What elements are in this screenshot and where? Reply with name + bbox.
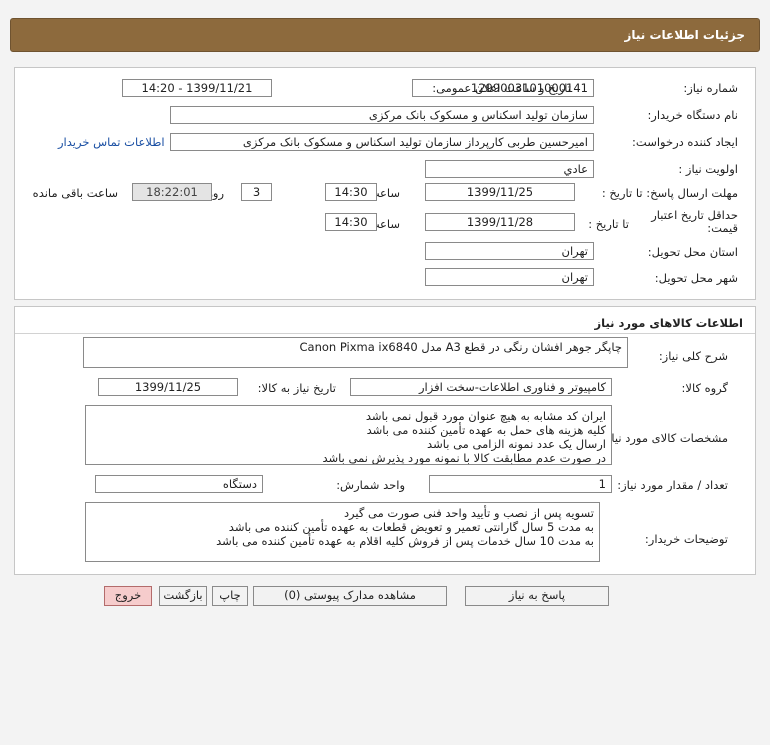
validity-date-field: 1399/11/28: [425, 213, 575, 231]
goods-info-panel: اطلاعات کالاهای مورد نیاز شرح کلی نیاز: …: [14, 306, 756, 575]
specs-label: مشخصات کالای مورد نیاز:: [601, 431, 728, 445]
deadline-label: مهلت ارسال پاسخ: تا تاریخ :: [601, 186, 738, 200]
province-label: استان محل تحویل:: [647, 245, 738, 259]
city-label: شهر محل تحویل:: [654, 271, 738, 285]
specs-line: ارسال یک عدد نمونه الزامی می باشد: [427, 437, 606, 451]
quantity-label: تعداد / مقدار مورد نیاز:: [617, 478, 728, 492]
city-field: تهران: [425, 268, 594, 286]
notes-line: به مدت 5 سال گارانتی تعمیر و تعویض قطعات…: [228, 520, 594, 534]
requester-label: ایجاد کننده درخواست:: [632, 135, 738, 149]
deadline-time-field: 14:30: [325, 183, 377, 201]
goods-section-title: اطلاعات کالاهای مورد نیاز: [594, 316, 743, 330]
priority-label: اولویت نیاز :: [678, 162, 738, 176]
general-desc-field: چاپگر جوهر افشان رنگی در قطع A3 مدل Cano…: [83, 337, 628, 368]
deadline-date-field: 1399/11/25: [425, 183, 575, 201]
page-title: جزئیات اطلاعات نیاز: [624, 28, 745, 42]
exit-button[interactable]: خروج: [104, 586, 152, 606]
priority-field: عادي: [425, 160, 594, 178]
unit-field: دستگاه: [95, 475, 263, 493]
section-divider: [15, 333, 755, 334]
province-field: تهران: [425, 242, 594, 260]
buyer-org-field: سازمان تولید اسکناس و مسکوک بانک مرکزی: [170, 106, 594, 124]
announce-datetime-field: 1399/11/21 - 14:20: [122, 79, 272, 97]
remaining-days-field: 3: [241, 183, 272, 201]
validity-to-label: تا تاریخ :: [588, 217, 629, 231]
requester-field: امیرحسین طربی کارپرداز سازمان تولید اسکن…: [170, 133, 594, 151]
need-info-panel: شماره نیاز: 1299003101000141 تاریخ و ساع…: [14, 67, 756, 300]
reply-button[interactable]: پاسخ به نیاز: [465, 586, 609, 606]
notes-line: به مدت 10 سال خدمات پس از فروش کلیه اقلا…: [216, 534, 594, 548]
goods-group-field: کامپیوتر و فناوری اطلاعات-سخت افزار: [350, 378, 612, 396]
back-button[interactable]: بازگشت: [159, 586, 207, 606]
unit-label: واحد شمارش:: [336, 478, 405, 492]
remaining-time-field: 18:22:01: [132, 183, 212, 201]
announce-label: تاریخ و ساعت اعلان عمومی:: [432, 81, 571, 95]
need-date-field: 1399/11/25: [98, 378, 238, 396]
print-button[interactable]: چاپ: [212, 586, 248, 606]
need-number-label: شماره نیاز:: [683, 81, 738, 95]
buyer-notes-field: تسویه پس از نصب و تأیید واحد فنی صورت می…: [85, 502, 600, 562]
buyer-contact-link[interactable]: اطلاعات تماس خریدار: [58, 135, 165, 149]
general-desc-label: شرح کلی نیاز:: [658, 349, 728, 363]
validity-label: حداقل تاریخ اعتبار قیمت:: [651, 208, 738, 235]
buyer-notes-label: توضیحات خریدار:: [644, 532, 728, 546]
page-header: جزئیات اطلاعات نیاز: [10, 18, 760, 52]
need-date-label: تاریخ نیاز به کالا:: [257, 381, 336, 395]
specs-line: ایران کد مشابه به هیچ عنوان مورد قبول نم…: [365, 409, 606, 423]
specs-field: ایران کد مشابه به هیچ عنوان مورد قبول نم…: [85, 405, 612, 465]
specs-line: در صورت عدم مطابقت کالا با نمونه مورد پذ…: [322, 451, 606, 465]
goods-group-label: گروه کالا:: [681, 381, 728, 395]
quantity-field: 1: [429, 475, 612, 493]
view-attachments-button[interactable]: مشاهده مدارک پیوستی (0): [253, 586, 447, 606]
specs-line: کلیه هزینه های حمل به عهده تأمین کننده م…: [366, 423, 606, 437]
remaining-label: ساعت باقی مانده: [32, 186, 118, 200]
notes-line: تسویه پس از نصب و تأیید واحد فنی صورت می…: [343, 506, 594, 520]
buyer-org-label: نام دستگاه خریدار:: [647, 108, 738, 122]
validity-time-field: 14:30: [325, 213, 377, 231]
